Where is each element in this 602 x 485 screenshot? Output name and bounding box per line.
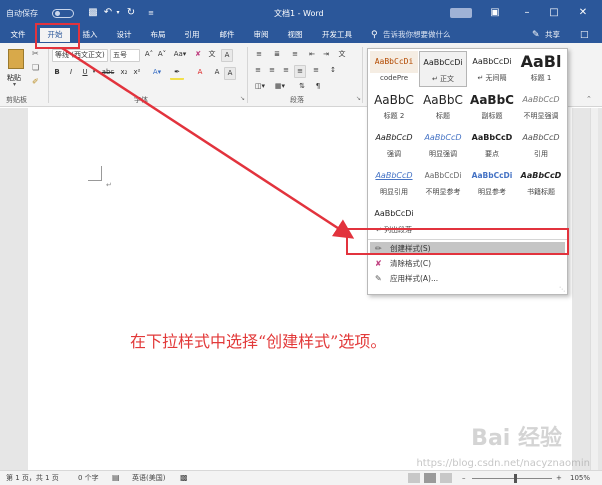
page-count[interactable]: 第 1 页，共 1 页 <box>6 471 59 485</box>
zoom-out-icon[interactable]: – <box>462 471 466 485</box>
zoom-level[interactable]: 105% <box>570 471 590 485</box>
annotation-caption: 在下拉样式中选择“创建样式”选项。 <box>130 332 387 351</box>
annotation-arrow <box>61 46 355 239</box>
zoom-slider-thumb[interactable] <box>514 474 517 483</box>
web-layout-icon[interactable] <box>440 473 452 483</box>
status-bar: 第 1 页，共 1 页 0 个字 ▤ 英语(美国) ▩ – + 105% <box>0 470 602 485</box>
read-mode-icon[interactable] <box>408 473 420 483</box>
language-indicator[interactable]: 英语(美国) <box>132 471 165 485</box>
macro-record-icon[interactable]: ▩ <box>180 471 188 485</box>
baidu-logo-watermark: Bai 经验 <box>471 426 562 451</box>
zoom-slider[interactable] <box>472 478 552 479</box>
word-count[interactable]: 0 个字 <box>78 471 99 485</box>
blog-url-watermark: https://blog.csdn.net/nacyznaomin <box>416 458 590 469</box>
zoom-in-icon[interactable]: + <box>556 471 562 485</box>
print-layout-icon[interactable] <box>424 473 436 483</box>
proofing-icon[interactable]: ▤ <box>112 471 120 485</box>
